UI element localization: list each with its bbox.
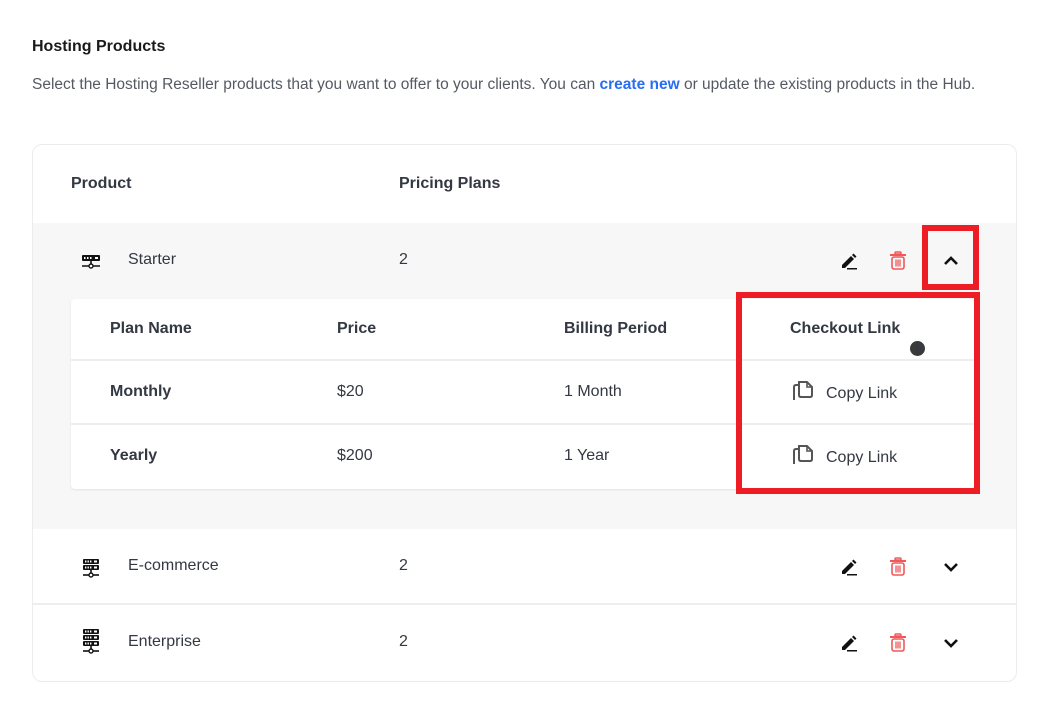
- product-name: Starter: [128, 251, 177, 268]
- delete-icon[interactable]: [886, 631, 910, 655]
- info-icon[interactable]: i: [910, 341, 926, 357]
- plan-row: Monthly $20 1 Month Copy Link: [71, 361, 974, 425]
- plan-price: $200: [337, 447, 373, 464]
- create-new-link[interactable]: create new: [600, 76, 680, 93]
- products-table: Product Pricing Plans Starter 2 Plan Nam…: [32, 144, 1017, 682]
- description-text-end: or update the existing products in the H…: [679, 76, 976, 93]
- copy-link-label: Copy Link: [826, 384, 898, 402]
- header-price: Price: [337, 320, 377, 337]
- plan-name: Yearly: [110, 447, 158, 464]
- server-icon: [79, 251, 103, 275]
- description-text: Select the Hosting Reseller products tha…: [32, 76, 600, 93]
- delete-icon[interactable]: [886, 249, 910, 273]
- copy-link-button[interactable]: Copy Link: [790, 378, 897, 409]
- plan-billing-period: 1 Month: [564, 383, 622, 400]
- chevron-down-icon[interactable]: [939, 555, 963, 579]
- edit-icon[interactable]: [837, 631, 861, 655]
- copy-link-button[interactable]: Copy Link: [790, 442, 897, 473]
- header-plan-name: Plan Name: [110, 320, 192, 337]
- edit-icon[interactable]: [837, 249, 861, 273]
- chevron-down-icon[interactable]: [939, 631, 963, 655]
- product-name: E-commerce: [128, 557, 219, 574]
- plans-count: 2: [399, 633, 408, 650]
- plan-name: Monthly: [110, 383, 172, 400]
- copy-icon: [790, 378, 816, 409]
- plan-price: $20: [337, 383, 364, 400]
- edit-icon[interactable]: [837, 555, 861, 579]
- server-icon: [79, 627, 103, 657]
- chevron-up-icon[interactable]: [939, 249, 963, 273]
- plan-row: Yearly $200 1 Year Copy Link: [71, 425, 974, 489]
- checkout-link-label: Checkout Link: [790, 320, 901, 337]
- section-description: Select the Hosting Reseller products tha…: [32, 72, 992, 98]
- plans-header-row: Plan Name Price Billing Period Checkout …: [71, 299, 974, 361]
- product-name: Enterprise: [128, 633, 201, 650]
- plan-billing-period: 1 Year: [564, 447, 610, 464]
- server-icon: [79, 557, 103, 581]
- plans-count: 2: [399, 557, 408, 574]
- product-row-enterprise: Enterprise 2: [33, 605, 1016, 681]
- header-product: Product: [71, 175, 132, 192]
- delete-icon[interactable]: [886, 555, 910, 579]
- section-title: Hosting Products: [32, 38, 166, 55]
- product-row-ecommerce: E-commerce 2: [33, 529, 1016, 605]
- table-header: Product Pricing Plans: [33, 145, 1016, 223]
- header-billing-period: Billing Period: [564, 320, 668, 337]
- pricing-plans-table: Plan Name Price Billing Period Checkout …: [71, 299, 974, 489]
- copy-icon: [790, 442, 816, 473]
- header-pricing-plans: Pricing Plans: [399, 175, 501, 192]
- plans-count: 2: [399, 251, 408, 268]
- copy-link-label: Copy Link: [826, 448, 898, 466]
- header-checkout-link: Checkout Link i: [790, 320, 926, 357]
- product-row-starter: Starter 2 Plan Name Price Billing Period…: [33, 223, 1016, 529]
